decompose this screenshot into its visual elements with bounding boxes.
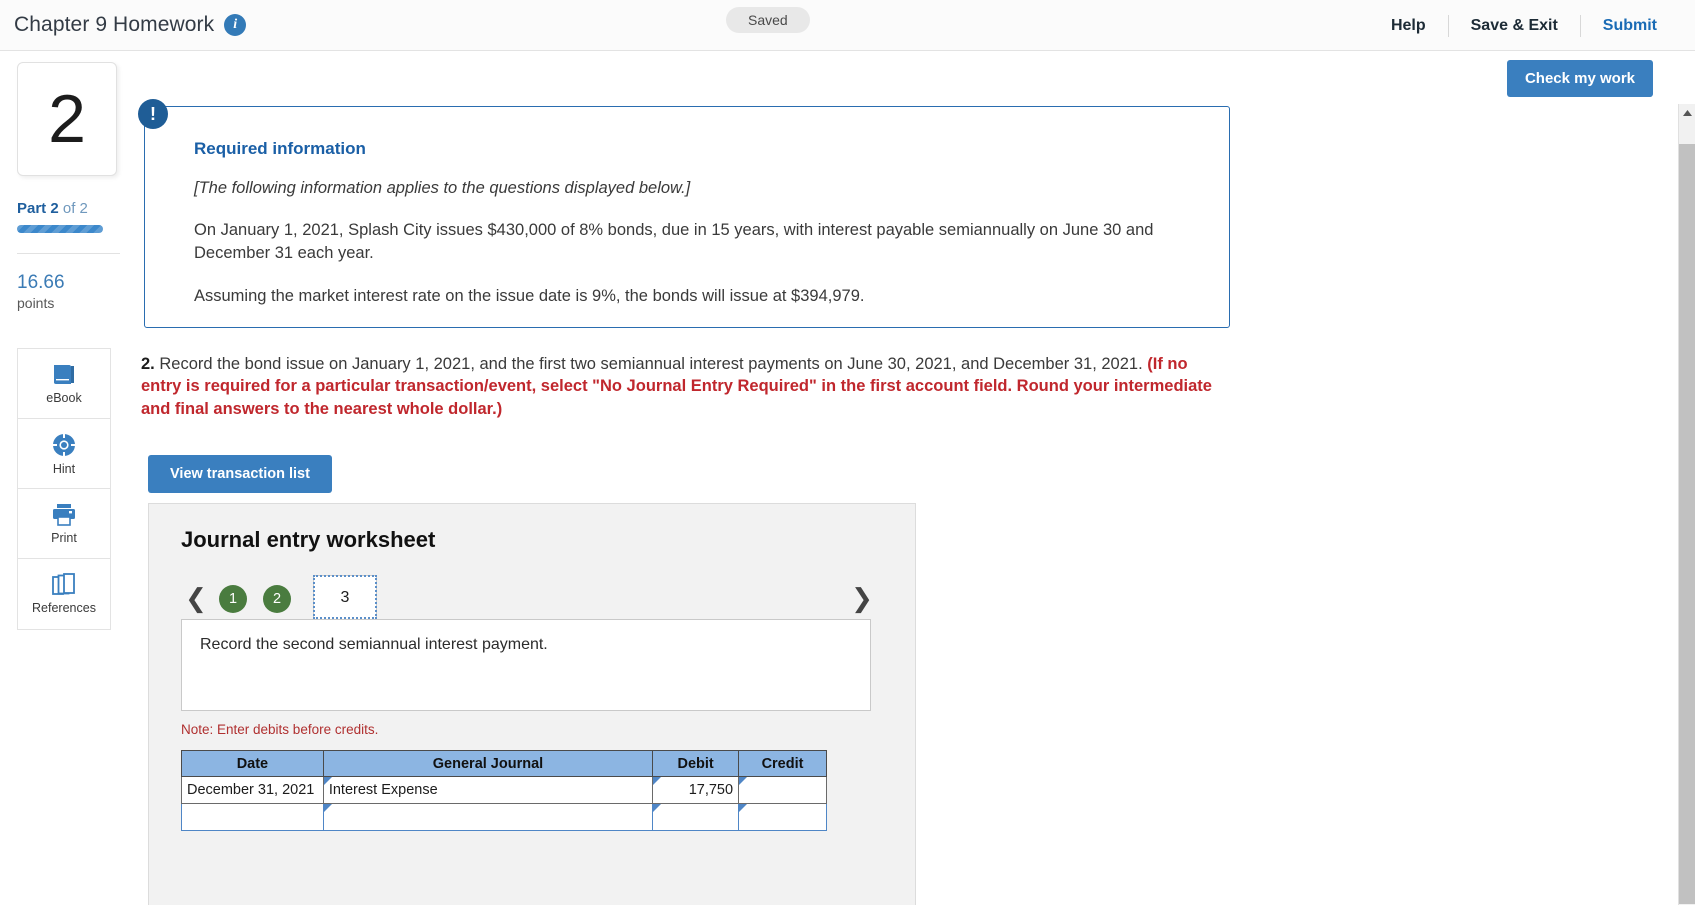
question-rail: 2 Part 2 of 2 16.66 points bbox=[17, 62, 120, 311]
question-body: Record the bond issue on January 1, 2021… bbox=[159, 355, 1143, 373]
worksheet-tab-1[interactable]: 1 bbox=[219, 585, 247, 613]
journal-entry-worksheet: Journal entry worksheet ❮ 1 2 3 ❯ Record… bbox=[148, 503, 916, 905]
required-information-paragraph-2: Assuming the market interest rate on the… bbox=[194, 286, 865, 305]
table-header-row: Date General Journal Debit Credit bbox=[181, 750, 827, 777]
page-scrollbar[interactable] bbox=[1678, 104, 1695, 905]
copy-pages-icon bbox=[51, 573, 77, 597]
divider bbox=[17, 253, 120, 254]
points-label: points bbox=[17, 295, 55, 311]
progress-bar bbox=[17, 225, 103, 233]
question-number-card: 2 bbox=[17, 62, 117, 176]
journal-entry-table: Date General Journal Debit Credit Decemb… bbox=[181, 750, 827, 831]
table-row bbox=[181, 803, 827, 831]
column-header-general-journal: General Journal bbox=[322, 750, 654, 777]
top-bar-actions: Help Save & Exit Submit bbox=[1369, 0, 1679, 51]
tool-panel: eBook Hint Print References bbox=[17, 348, 111, 630]
save-exit-button[interactable]: Save & Exit bbox=[1449, 17, 1580, 35]
tool-label: References bbox=[32, 601, 96, 615]
question-number-label: 2. bbox=[141, 355, 155, 373]
worksheet-tabs: ❮ 1 2 3 ❯ bbox=[181, 575, 887, 619]
alert-exclamation-icon: ! bbox=[138, 99, 168, 129]
printer-icon bbox=[50, 503, 78, 527]
worksheet-title: Journal entry worksheet bbox=[181, 527, 436, 552]
help-button[interactable]: Help bbox=[1369, 17, 1448, 35]
cell-debit[interactable]: 17,750 bbox=[652, 776, 740, 804]
tool-hint[interactable]: Hint bbox=[18, 419, 110, 489]
cell-credit[interactable] bbox=[738, 803, 827, 831]
chevron-left-icon[interactable]: ❮ bbox=[181, 586, 211, 619]
tool-label: Print bbox=[51, 530, 77, 545]
tool-label: Hint bbox=[52, 461, 76, 476]
cell-debit[interactable] bbox=[652, 803, 740, 831]
info-icon[interactable]: i bbox=[224, 14, 247, 36]
scroll-up-arrow-icon[interactable] bbox=[1679, 104, 1695, 121]
check-my-work-button[interactable]: Check my work bbox=[1506, 60, 1653, 97]
tool-references[interactable]: References bbox=[18, 559, 110, 629]
cell-date[interactable]: December 31, 2021 bbox=[181, 776, 324, 804]
worksheet-tab-3[interactable]: 3 bbox=[313, 575, 377, 619]
debits-before-credits-note: Note: Enter debits before credits. bbox=[181, 722, 379, 737]
part-current: 2 bbox=[50, 200, 59, 217]
status-badge: Saved bbox=[726, 7, 810, 33]
book-icon bbox=[51, 363, 77, 387]
tool-print[interactable]: Print bbox=[18, 489, 110, 559]
required-information-paragraph-1: On January 1, 2021, Splash City issues $… bbox=[194, 221, 1154, 263]
cell-date[interactable] bbox=[181, 803, 324, 831]
view-transaction-list-button[interactable]: View transaction list bbox=[148, 455, 332, 493]
submit-button[interactable]: Submit bbox=[1581, 17, 1679, 35]
cell-account[interactable]: Interest Expense bbox=[322, 776, 654, 804]
part-of: of 2 bbox=[62, 200, 88, 217]
scrollbar-thumb[interactable] bbox=[1679, 144, 1695, 904]
required-information-panel: Required information [The following info… bbox=[144, 106, 1230, 328]
table-row: December 31, 2021 Interest Expense 17,75… bbox=[181, 776, 827, 804]
required-information-bracket-note: [The following information applies to th… bbox=[194, 179, 691, 197]
cell-account[interactable] bbox=[322, 803, 654, 831]
points-value: 16.66 bbox=[17, 272, 65, 293]
page-title: Chapter 9 Homework bbox=[14, 13, 215, 36]
column-header-date: Date bbox=[181, 750, 324, 777]
worksheet-tab-2[interactable]: 2 bbox=[263, 585, 291, 613]
cell-credit[interactable] bbox=[738, 776, 827, 804]
worksheet-prompt: Record the second semiannual interest pa… bbox=[181, 619, 871, 711]
life-preserver-icon bbox=[51, 432, 77, 458]
chevron-right-icon[interactable]: ❯ bbox=[847, 586, 877, 619]
column-header-debit: Debit bbox=[652, 750, 740, 777]
part-prefix: Part bbox=[17, 200, 47, 217]
question-text: 2. Record the bond issue on January 1, 2… bbox=[141, 353, 1231, 420]
tool-label: eBook bbox=[46, 390, 82, 405]
tool-ebook[interactable]: eBook bbox=[18, 349, 110, 419]
column-header-credit: Credit bbox=[738, 750, 827, 777]
part-indicator: Part 2 of 2 bbox=[17, 200, 117, 217]
required-information-heading: Required information bbox=[194, 139, 366, 158]
